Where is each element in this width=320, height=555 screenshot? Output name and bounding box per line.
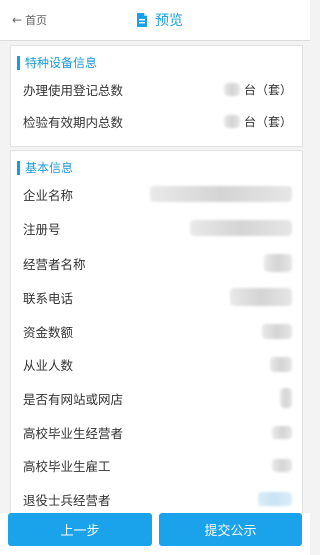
special-equipment-card: 特种设备信息 办理使用登记总数 台（套） 检验有效期内总数 台（套）: [10, 45, 303, 147]
inspection-valid-value: 台（套）: [223, 113, 292, 130]
basic-info-section-title: 基本信息: [17, 159, 73, 176]
back-home-link[interactable]: ← 首页: [12, 12, 47, 28]
redacted-value: [150, 186, 292, 202]
redacted-value: [280, 388, 292, 408]
inspection-valid-row: 检验有效期内总数 台（套）: [23, 110, 292, 132]
phone-row: 联系电话: [23, 286, 292, 308]
graduate-employee-label: 高校毕业生雇工: [23, 458, 111, 474]
veteran-operator-label: 退役士兵经营者: [23, 492, 111, 508]
capital-amount-label: 资金数额: [23, 324, 74, 340]
section-marker: [17, 55, 20, 70]
redacted-value: [258, 492, 292, 506]
registration-number-row: 注册号: [23, 217, 292, 239]
previous-step-button[interactable]: 上一步: [8, 513, 152, 546]
top-bar: ← 首页 预览: [0, 0, 310, 41]
operator-name-label: 经营者名称: [23, 256, 86, 272]
redacted-value: [270, 356, 292, 372]
has-website-row: 是否有网站或网店: [23, 387, 292, 409]
redacted-value: [264, 254, 292, 272]
registered-total-row: 办理使用登记总数 台（套）: [23, 78, 292, 100]
company-name-label: 企业名称: [23, 187, 74, 203]
phone-label: 联系电话: [23, 290, 74, 306]
inspection-valid-label: 检验有效期内总数: [23, 114, 124, 130]
registration-number-label: 注册号: [23, 221, 61, 237]
operator-name-row: 经营者名称: [23, 252, 292, 274]
company-name-row: 企业名称: [23, 183, 292, 205]
registered-total-label: 办理使用登记总数: [23, 82, 124, 98]
registered-total-value: 台（套）: [223, 81, 292, 98]
veteran-operator-row: 退役士兵经营者: [23, 488, 292, 510]
redacted-value: [223, 114, 240, 128]
inspection-valid-unit: 台（套）: [243, 114, 292, 129]
page-title-wrap: 预览: [135, 10, 183, 30]
has-website-label: 是否有网站或网店: [23, 391, 124, 407]
document-icon: [135, 12, 149, 28]
redacted-value: [262, 323, 292, 339]
section-title-text: 特种设备信息: [25, 56, 98, 70]
redacted-value: [272, 458, 292, 472]
redacted-value: [223, 82, 240, 96]
redacted-value: [190, 220, 292, 236]
submit-publicize-button[interactable]: 提交公示: [159, 513, 302, 546]
page-title: 预览: [155, 13, 183, 29]
employee-count-row: 从业人数: [23, 353, 292, 375]
footer-actions: 上一步 提交公示: [0, 513, 310, 555]
basic-info-card: 基本信息 企业名称 注册号 经营者名称 联系电话 资金数额 从业人数 是否有网站…: [10, 150, 303, 517]
graduate-operator-label: 高校毕业生经营者: [23, 425, 124, 441]
redacted-value: [230, 288, 292, 306]
section-title-text: 基本信息: [25, 161, 74, 175]
graduate-operator-row: 高校毕业生经营者: [23, 421, 292, 443]
back-label: 首页: [25, 14, 48, 27]
section-marker: [17, 160, 20, 175]
graduate-employee-row: 高校毕业生雇工: [23, 454, 292, 476]
back-arrow-icon: ←: [12, 13, 23, 27]
capital-amount-row: 资金数额: [23, 320, 292, 342]
registered-total-unit: 台（套）: [243, 82, 292, 97]
redacted-value: [272, 425, 292, 439]
employee-count-label: 从业人数: [23, 357, 74, 373]
special-equipment-section-title: 特种设备信息: [17, 54, 97, 71]
